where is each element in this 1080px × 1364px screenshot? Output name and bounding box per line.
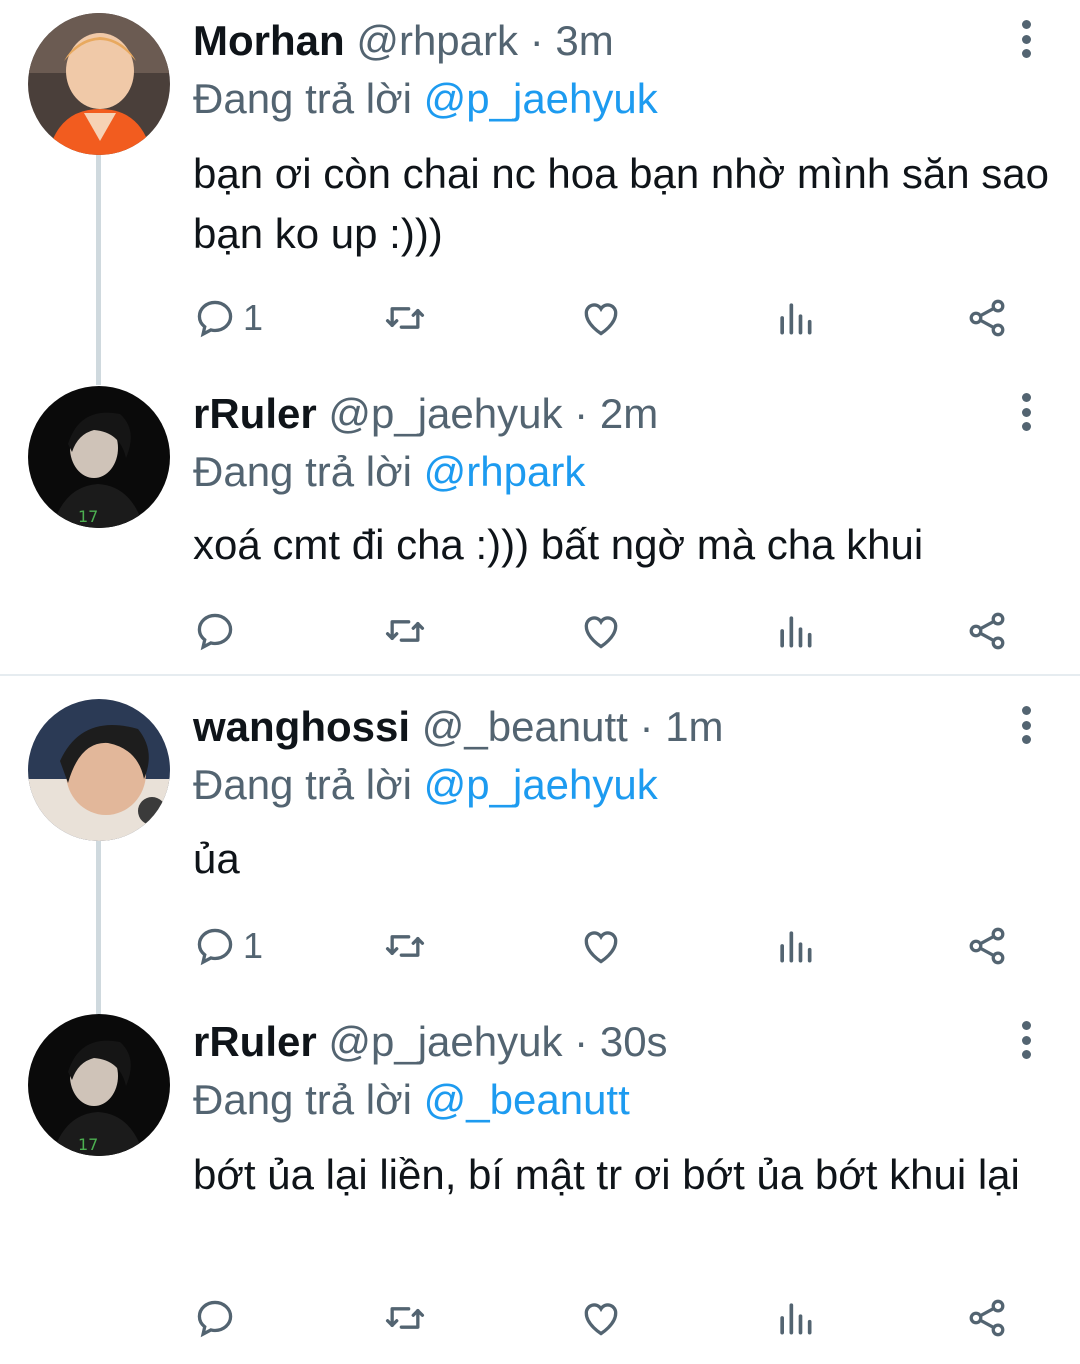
avatar[interactable] [28,699,170,841]
share-icon [969,299,1005,337]
retweet-button[interactable] [383,916,427,976]
like-button[interactable] [579,1288,623,1348]
share-icon [969,927,1005,965]
reply-icon [197,613,233,651]
like-button[interactable] [579,916,623,976]
retweet-icon [385,1307,425,1329]
reply-icon [197,1300,233,1338]
reply-button[interactable] [193,1288,243,1348]
tweet-header: rRuler @p_jaehyuk · 2m [193,385,658,443]
tweet-header: rRuler @p_jaehyuk · 30s [193,1013,668,1071]
more-options-icon[interactable] [1016,393,1036,439]
more-options-icon[interactable] [1016,1021,1036,1067]
tweet-header: Morhan @rhpark · 3m [193,12,614,70]
tweet[interactable]: Morhan @rhpark · 3m Đang trả lời @p_jaeh… [0,0,1080,370]
reply-icon [197,300,233,338]
mention-link[interactable]: @_beanutt [424,1076,630,1123]
avatar[interactable] [28,13,170,155]
replying-to-label: Đang trả lời [193,448,412,495]
analytics-button[interactable] [773,1288,817,1348]
replying-to-label: Đang trả lời [193,761,412,808]
retweet-icon [385,935,425,957]
tweet-text: xoá cmt đi cha :))) bất ngờ mà cha khui [193,521,924,568]
display-name[interactable]: Morhan [193,17,345,64]
reply-button[interactable]: 1 [193,916,263,976]
share-button[interactable] [965,1288,1009,1348]
reply-count: 1 [243,297,264,338]
share-icon [969,1299,1005,1337]
like-button[interactable] [579,288,623,348]
retweet-icon [385,620,425,642]
separator: · [639,703,654,750]
share-button[interactable] [965,916,1009,976]
tweet-text: bớt ủa lại liền, bí mật tr ơi bớt ủa bớt… [193,1151,1020,1198]
share-icon [969,612,1005,650]
avatar[interactable]: 17 [28,1014,170,1156]
action-bar: 1 [193,288,1023,348]
action-bar: 1 [193,916,1023,976]
replying-to: Đang trả lời @p_jaehyuk [193,756,658,814]
retweet-icon [385,307,425,329]
timestamp[interactable]: 2m [600,390,658,437]
retweet-button[interactable] [383,288,427,348]
retweet-button[interactable] [383,1288,427,1348]
more-options-icon[interactable] [1016,706,1036,752]
mention-link[interactable]: @p_jaehyuk [424,75,658,122]
handle[interactable]: @p_jaehyuk [328,390,562,437]
handle[interactable]: @rhpark [356,17,518,64]
analytics-icon [780,303,812,335]
tweet-text: ủa [193,835,240,882]
like-icon [584,1303,618,1336]
analytics-button[interactable] [773,601,817,661]
mention-link[interactable]: @rhpark [424,448,586,495]
reply-button[interactable] [193,601,243,661]
replying-to-label: Đang trả lời [193,1076,412,1123]
action-bar [193,1288,1023,1348]
like-icon [584,931,618,964]
display-name[interactable]: wanghossi [193,703,410,750]
display-name[interactable]: rRuler [193,390,317,437]
reply-icon [197,928,233,966]
analytics-button[interactable] [773,288,817,348]
retweet-button[interactable] [383,601,427,661]
separator: · [574,390,589,437]
avatar[interactable]: 17 [28,386,170,528]
timestamp[interactable]: 30s [600,1018,668,1065]
tweet[interactable]: 17 rRuler @p_jaehyuk · 2m Đang trả lời @… [0,373,1080,673]
share-button[interactable] [965,288,1009,348]
replying-to-label: Đang trả lời [193,75,412,122]
display-name[interactable]: rRuler [193,1018,317,1065]
timestamp[interactable]: 1m [665,703,723,750]
handle[interactable]: @_beanutt [422,703,628,750]
tweet-header: wanghossi @_beanutt · 1m [193,698,724,756]
like-button[interactable] [579,601,623,661]
mention-link[interactable]: @p_jaehyuk [424,761,658,808]
handle[interactable]: @p_jaehyuk [328,1018,562,1065]
tweet[interactable]: 17 rRuler @p_jaehyuk · 30s Đang trả lời … [0,1001,1080,1364]
more-options-icon[interactable] [1016,20,1036,66]
analytics-button[interactable] [773,916,817,976]
analytics-icon [780,931,812,963]
svg-text:17: 17 [78,1135,98,1154]
reply-button[interactable]: 1 [193,288,263,348]
separator: · [529,17,544,64]
tweet[interactable]: wanghossi @_beanutt · 1m Đang trả lời @p… [0,686,1080,996]
replying-to: Đang trả lời @p_jaehyuk [193,70,658,128]
separator: · [574,1018,589,1065]
action-bar [193,601,1023,661]
share-button[interactable] [965,601,1009,661]
timestamp[interactable]: 3m [555,17,613,64]
replying-to: Đang trả lời @_beanutt [193,1071,630,1129]
analytics-icon [780,1303,812,1335]
like-icon [584,303,618,336]
like-icon [584,616,618,649]
replying-to: Đang trả lời @rhpark [193,443,585,501]
reply-count: 1 [243,925,264,966]
analytics-icon [780,616,812,648]
svg-text:17: 17 [78,507,98,526]
tweet-text: bạn ơi còn chai nc hoa bạn nhờ mình săn … [193,150,1049,257]
thread-divider [0,674,1080,676]
